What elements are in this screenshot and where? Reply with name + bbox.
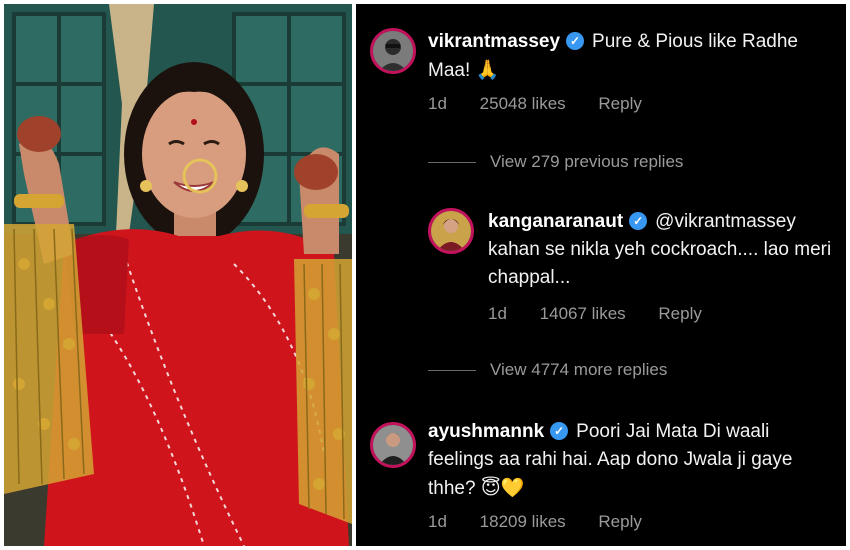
avatar-person-icon <box>431 211 471 251</box>
verified-badge-icon: ✓ <box>566 32 585 50</box>
verified-badge-icon: ✓ <box>550 422 569 440</box>
avatar-vikrantmassey[interactable] <box>370 28 416 74</box>
comment-age: 1d <box>428 94 447 113</box>
comment-age: 1d <box>428 512 447 531</box>
like-count[interactable]: 14067 likes <box>540 304 626 323</box>
divider-line <box>428 370 476 372</box>
comment-meta: 1d 18209 likes Reply <box>428 512 670 532</box>
bride-photo <box>4 4 352 546</box>
halo-heart-emoji-icon: 😇💛 <box>480 477 525 499</box>
reply-text: kahan se nikla yeh cockroach.... lao mer… <box>488 239 832 288</box>
view-previous-replies-button[interactable]: View 279 previous replies <box>428 152 683 172</box>
reply-button[interactable]: Reply <box>658 304 701 323</box>
avatar-kanganaranaut[interactable] <box>428 208 474 254</box>
view-more-replies-button[interactable]: View 4774 more replies <box>428 360 667 380</box>
avatar-person-icon <box>373 31 413 71</box>
divider-line <box>428 162 476 164</box>
reply-button[interactable]: Reply <box>598 94 641 113</box>
bride-photo-illustration <box>4 4 352 546</box>
avatar-ayushmannk[interactable] <box>370 422 416 468</box>
reply-meta: 1d 14067 likes Reply <box>488 304 730 324</box>
avatar-person-icon <box>373 425 413 465</box>
like-count[interactable]: 25048 likes <box>480 94 566 113</box>
comment-vikrantmassey: vikrantmassey ✓ Pure & Pious like Radhe Ma… <box>356 4 846 134</box>
view-previous-label: View 279 previous replies <box>490 152 684 171</box>
reply-button[interactable]: Reply <box>598 512 641 531</box>
comment-ayushmannk: ayushmannk ✓ Poori Jai Mata Di waali feeli… <box>356 404 846 546</box>
username-kanganaranaut[interactable]: kanganaranaut <box>488 211 623 232</box>
comment-meta: 1d 25048 likes Reply <box>428 94 670 114</box>
comment-age: 1d <box>488 304 507 323</box>
username-vikrantmassey[interactable]: vikrantmassey <box>428 31 560 52</box>
reply-body: kanganaranaut ✓ @vikrantmassey kahan se ni… <box>488 208 838 292</box>
verified-badge-icon: ✓ <box>629 212 648 230</box>
username-ayushmannk[interactable]: ayushmannk <box>428 421 544 442</box>
like-count[interactable]: 18209 likes <box>480 512 566 531</box>
reply-kanganaranaut: kanganaranaut ✓ @vikrantmassey kahan se ni… <box>356 194 846 334</box>
comments-panel: vikrantmassey ✓ Pure & Pious like Radhe Ma… <box>356 4 846 546</box>
mention-link[interactable]: @vikrantmassey <box>655 211 796 232</box>
comment-body: ayushmannk ✓ Poori Jai Mata Di waali feeli… <box>428 418 838 503</box>
comment-body: vikrantmassey ✓ Pure & Pious like Radhe Ma… <box>428 28 838 85</box>
pray-emoji-icon: 🙏 <box>475 59 500 81</box>
view-more-label: View 4774 more replies <box>490 360 668 379</box>
